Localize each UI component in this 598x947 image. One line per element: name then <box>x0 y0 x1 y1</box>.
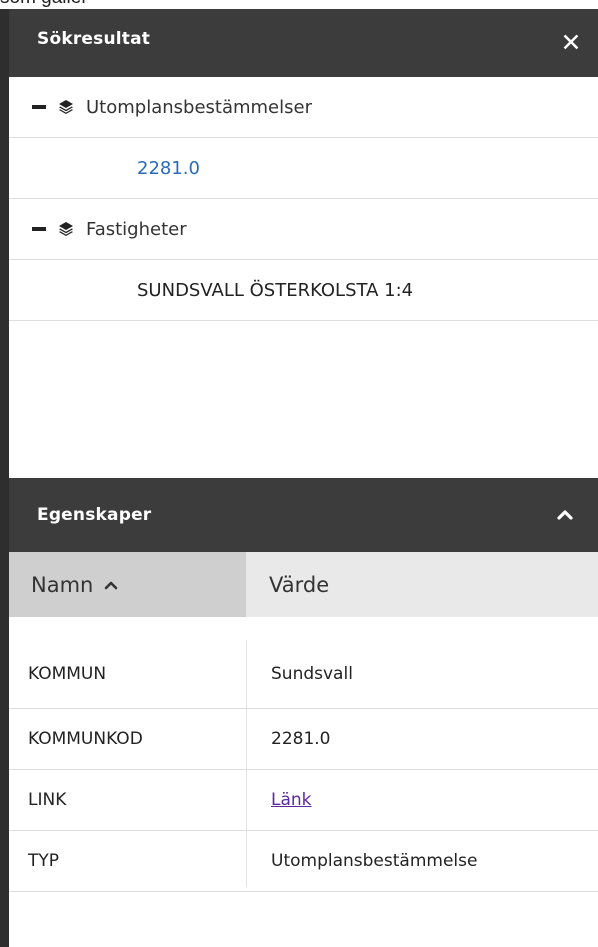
search-results-title: Sökresultat <box>37 29 151 49</box>
properties-header[interactable]: Egenskaper <box>9 478 598 552</box>
property-value: Utomplansbestämmelse <box>271 851 478 871</box>
property-name: LINK <box>28 790 67 810</box>
column-header-namn[interactable]: Namn <box>9 552 246 617</box>
result-group-fastigheter[interactable]: Fastigheter <box>9 199 598 260</box>
property-name: KOMMUNKOD <box>28 729 143 749</box>
layers-icon <box>59 222 73 236</box>
column-header-label: Värde <box>269 572 330 597</box>
table-row: TYP Utomplansbestämmelse <box>9 831 598 892</box>
property-name: TYP <box>28 851 60 871</box>
table-row: KOMMUNKOD 2281.0 <box>9 709 598 770</box>
result-item[interactable]: 2281.0 <box>9 138 598 199</box>
table-row: KOMMUN Sundsvall <box>9 640 598 709</box>
property-value: Sundsvall <box>271 664 353 684</box>
column-header-varde[interactable]: Värde <box>246 552 598 617</box>
properties-table-header: Namn Värde <box>9 552 598 617</box>
result-group-label: Utomplansbestämmelser <box>86 96 312 118</box>
sort-ascending-icon <box>105 581 118 589</box>
result-group-label: Fastigheter <box>86 218 187 240</box>
result-item[interactable]: SUNDSVALL ÖSTERKOLSTA 1:4 <box>9 260 598 321</box>
chevron-up-icon[interactable] <box>550 500 580 530</box>
property-link[interactable]: Länk <box>271 770 312 831</box>
property-value: 2281.0 <box>271 729 331 749</box>
search-results-header: Sökresultat ✕ <box>9 9 598 77</box>
result-item-label[interactable]: SUNDSVALL ÖSTERKOLSTA 1:4 <box>9 280 413 301</box>
properties-table-body: KOMMUN Sundsvall KOMMUNKOD 2281.0 LINK L… <box>9 640 598 892</box>
result-group-utomplansbestammelser[interactable]: Utomplansbestämmelser <box>9 77 598 138</box>
collapse-minus-icon[interactable] <box>32 105 46 109</box>
properties-title: Egenskaper <box>37 505 152 525</box>
result-item-link[interactable]: 2281.0 <box>9 158 200 179</box>
column-header-label: Namn <box>31 572 94 597</box>
panel-border <box>0 9 9 947</box>
context-text-fragment: som gäller <box>0 0 88 9</box>
table-row: LINK Länk <box>9 770 598 831</box>
layers-icon <box>59 100 73 114</box>
property-name: KOMMUN <box>28 664 107 684</box>
collapse-minus-icon[interactable] <box>32 227 46 231</box>
close-icon[interactable]: ✕ <box>556 28 586 58</box>
search-results-list: Utomplansbestämmelser 2281.0 Fastigheter… <box>9 77 598 321</box>
